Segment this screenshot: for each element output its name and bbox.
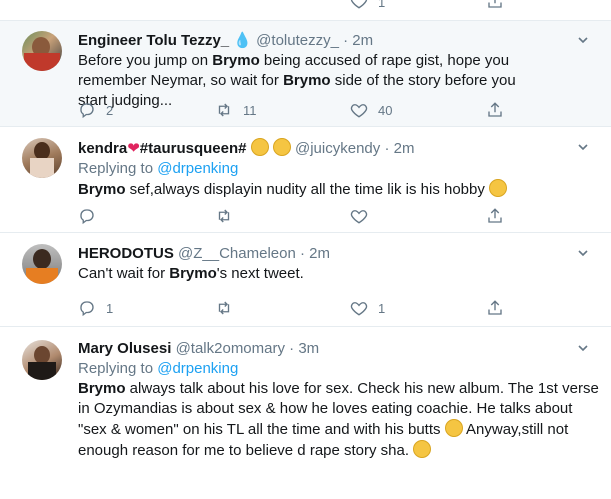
display-name[interactable]: Engineer Tolu Tezzy_ xyxy=(78,32,229,49)
mention-link[interactable]: @drpenking xyxy=(157,160,238,177)
replying-label: Replying to xyxy=(78,160,158,177)
bold-keyword: Brymo xyxy=(283,72,331,89)
tweet-header: Engineer Tolu Tezzy_ 💧 @tolutezzy_ · 2m xyxy=(78,31,591,51)
retweet-button[interactable] xyxy=(215,298,233,318)
avatar[interactable] xyxy=(22,340,62,380)
avatar[interactable] xyxy=(22,31,62,71)
heart-icon xyxy=(350,0,368,9)
retweet-icon xyxy=(218,301,230,315)
like-count: 1 xyxy=(378,300,386,316)
like-count: 1 xyxy=(378,0,386,10)
like-count: 40 xyxy=(378,102,393,118)
like-button[interactable] xyxy=(350,206,368,226)
display-name[interactable]: kendra❤#taurusqueen# xyxy=(78,140,246,157)
previous-tweet-actions: 1 xyxy=(0,0,611,21)
text-segment: enough reason for me to believe d rape s… xyxy=(78,442,410,459)
heart-icon xyxy=(350,104,368,118)
text-segment: 's next tweet. xyxy=(216,265,304,282)
replying-to: Replying to @drpenking xyxy=(78,359,591,379)
like-button[interactable] xyxy=(350,0,368,13)
timestamp[interactable]: 2m xyxy=(352,32,373,49)
bold-keyword: Brymo xyxy=(212,52,260,69)
reply-count: 1 xyxy=(106,300,114,316)
share-icon xyxy=(488,0,502,8)
chevron-down-icon[interactable] xyxy=(577,33,589,45)
bold-keyword: Brymo xyxy=(78,380,126,397)
share-icon xyxy=(488,208,502,223)
share-button[interactable] xyxy=(486,298,504,318)
heart-icon xyxy=(350,302,368,316)
tweet-header: kendra❤#taurusqueen# @juicykendy · 2m xyxy=(78,138,591,159)
text-segment: in Ozymandias is about sex & how he love… xyxy=(78,400,573,417)
rolling-eyes-emoji-icon xyxy=(489,179,508,197)
bold-keyword: Brymo xyxy=(169,265,217,282)
reply-icon xyxy=(80,209,94,225)
like-button[interactable]: 1 xyxy=(350,298,385,318)
tweet-text: Brymo always talk about his love for sex… xyxy=(78,379,599,461)
retweet-button[interactable] xyxy=(215,206,233,226)
text-segment: "sex & women" on his TL all the time and… xyxy=(78,421,441,438)
bold-keyword: Brymo xyxy=(78,181,126,198)
user-handle[interactable]: @tolutezzy_ xyxy=(256,32,339,49)
reply-button[interactable]: 1 xyxy=(78,298,113,318)
retweet-icon xyxy=(218,209,230,223)
tweet[interactable]: kendra❤#taurusqueen# @juicykendy · 2m Re… xyxy=(0,128,611,233)
separator-dot: · xyxy=(343,32,349,49)
like-button[interactable]: 40 xyxy=(350,100,392,120)
display-name[interactable]: Mary Olusesi xyxy=(78,340,171,357)
reply-icon xyxy=(80,301,94,317)
heart-emoji-icon: ❤ xyxy=(127,140,140,157)
laughing-emoji-icon xyxy=(444,419,463,437)
separator-dot: · xyxy=(289,340,295,357)
reply-button[interactable]: 2 xyxy=(78,100,113,120)
text-segment: always talk about his love for sex. Chec… xyxy=(125,380,599,397)
text-segment: sef,always displayin nudity all the time… xyxy=(125,181,485,198)
text-segment: Anyway,still not xyxy=(462,421,569,438)
retweet-button[interactable]: 11 xyxy=(215,100,257,120)
share-button[interactable] xyxy=(486,100,504,120)
separator-dot: · xyxy=(384,140,390,157)
tweet[interactable]: Mary Olusesi @talk2omomary · 3m Replying… xyxy=(0,328,611,499)
retweet-icon xyxy=(218,103,230,117)
replying-label: Replying to xyxy=(78,360,158,377)
user-handle[interactable]: @juicykendy xyxy=(295,140,380,157)
retweet-count: 11 xyxy=(243,102,257,118)
tweet-header: Mary Olusesi @talk2omomary · 3m xyxy=(78,339,591,359)
chevron-down-icon[interactable] xyxy=(577,246,589,258)
share-icon xyxy=(488,300,502,315)
timestamp[interactable]: 3m xyxy=(298,340,319,357)
avatar[interactable] xyxy=(22,138,62,178)
angel-emoji-icon xyxy=(250,138,269,156)
tweet[interactable]: HERODOTUS @Z__Chameleon · 2m Can't wait … xyxy=(0,234,611,327)
tweet-header: HERODOTUS @Z__Chameleon · 2m xyxy=(78,244,591,264)
replying-to: Replying to @drpenking xyxy=(78,159,591,179)
timestamp[interactable]: 2m xyxy=(394,140,415,157)
chevron-down-icon[interactable] xyxy=(577,341,589,353)
share-button[interactable] xyxy=(486,0,504,15)
tweet-text: Can't wait for Brymo's next tweet. xyxy=(78,264,591,284)
share-icon xyxy=(488,102,502,117)
heart-icon xyxy=(350,210,368,224)
avatar[interactable] xyxy=(22,244,62,284)
reply-icon xyxy=(80,103,94,119)
water-drop-icon: 💧 xyxy=(233,32,252,49)
angel-emoji-icon xyxy=(272,138,291,156)
display-name[interactable]: HERODOTUS xyxy=(78,245,174,262)
user-handle[interactable]: @Z__Chameleon xyxy=(178,245,296,262)
tweet[interactable]: Engineer Tolu Tezzy_ 💧 @tolutezzy_ · 2m … xyxy=(0,21,611,127)
user-handle[interactable]: @talk2omomary xyxy=(176,340,285,357)
mention-link[interactable]: @drpenking xyxy=(157,360,238,377)
chevron-down-icon[interactable] xyxy=(577,140,589,152)
timestamp[interactable]: 2m xyxy=(309,245,330,262)
text-segment: Can't wait for xyxy=(78,265,170,282)
reply-button[interactable] xyxy=(78,206,96,226)
text-segment: Before you jump on xyxy=(78,52,213,69)
separator-dot: · xyxy=(299,245,305,262)
tweet-text: Brymo sef,always displayin nudity all th… xyxy=(78,179,591,200)
share-button[interactable] xyxy=(486,206,504,226)
laughing-emoji-icon xyxy=(413,440,432,458)
reply-count: 2 xyxy=(106,102,114,118)
